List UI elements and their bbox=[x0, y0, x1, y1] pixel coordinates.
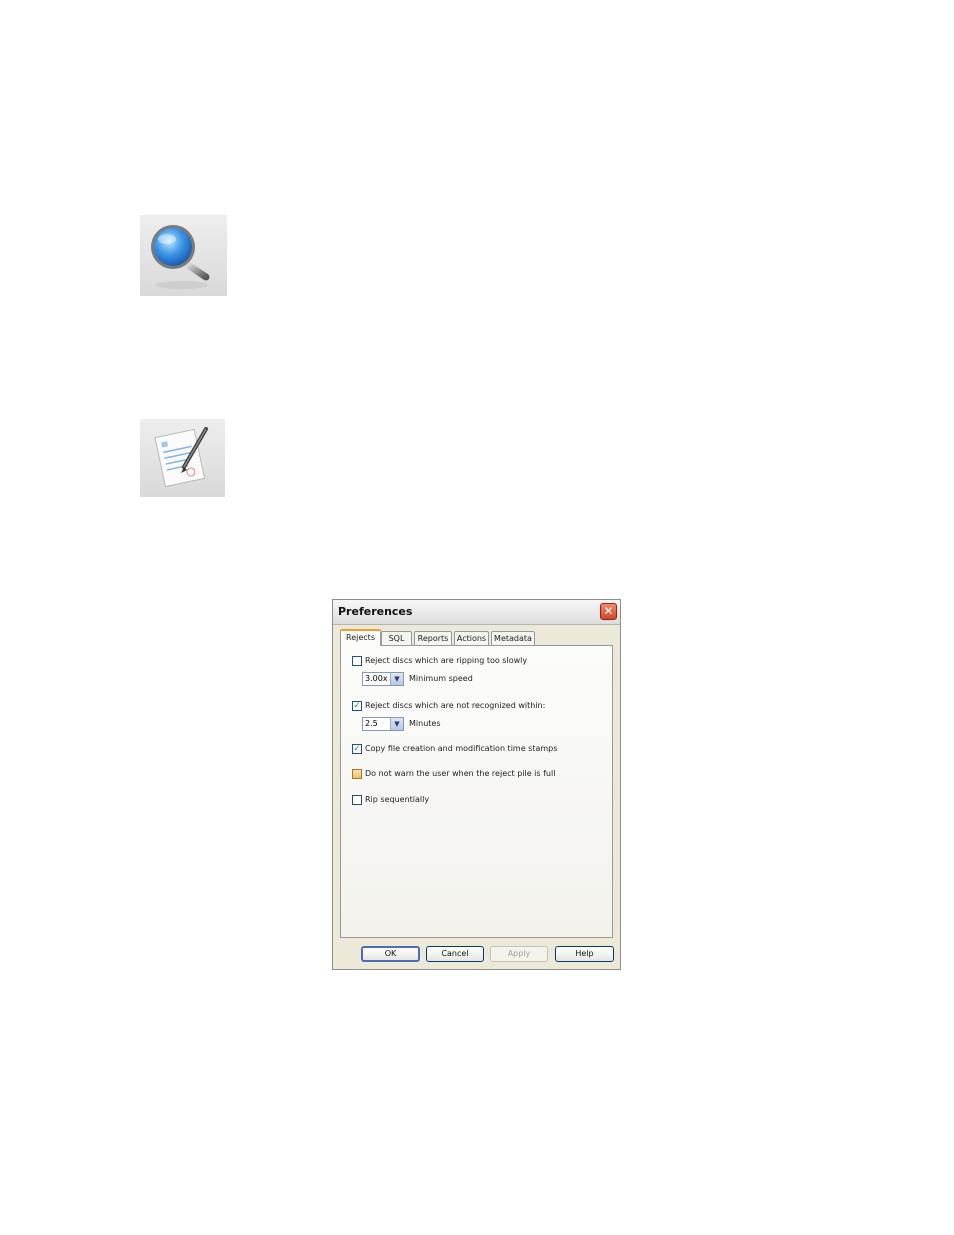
cancel-button[interactable]: Cancel bbox=[426, 946, 484, 962]
magnifier-icon-tile bbox=[140, 215, 227, 296]
title-bar: Preferences ✕ bbox=[333, 600, 620, 625]
reject-unrecognized-label: Reject discs which are not recognized wi… bbox=[365, 701, 546, 710]
tab-metadata[interactable]: Metadata bbox=[491, 631, 535, 646]
reject-slow-label: Reject discs which are ripping too slowl… bbox=[365, 656, 528, 665]
minimum-speed-value: 3.00x bbox=[365, 674, 388, 683]
chevron-down-icon[interactable]: ▼ bbox=[390, 718, 403, 730]
ok-button[interactable]: OK bbox=[361, 946, 420, 962]
close-button[interactable]: ✕ bbox=[600, 603, 617, 620]
rip-sequentially-checkbox[interactable] bbox=[352, 795, 362, 805]
preferences-dialog: Preferences ✕ Rejects SQL Reports Action… bbox=[332, 599, 621, 970]
reject-unrecognized-checkbox[interactable]: ✓ bbox=[352, 701, 362, 711]
document-pen-icon bbox=[154, 427, 208, 488]
tab-actions[interactable]: Actions bbox=[454, 631, 489, 646]
minutes-value: 2.5 bbox=[365, 719, 378, 728]
rip-sequentially-label: Rip sequentially bbox=[365, 795, 430, 804]
minimum-speed-label: Minimum speed bbox=[409, 674, 473, 683]
rejects-panel: Reject discs which are ripping too slowl… bbox=[340, 645, 613, 938]
document-pen-icon-tile bbox=[140, 419, 225, 497]
reject-slow-checkbox[interactable] bbox=[352, 656, 362, 666]
apply-button[interactable]: Apply bbox=[490, 946, 548, 962]
minutes-select[interactable]: 2.5 ▼ bbox=[362, 717, 404, 731]
no-warn-label: Do not warn the user when the reject pil… bbox=[365, 769, 556, 778]
minutes-label: Minutes bbox=[409, 719, 441, 728]
tab-rejects[interactable]: Rejects bbox=[340, 629, 381, 646]
help-button[interactable]: Help bbox=[555, 946, 614, 962]
tab-reports[interactable]: Reports bbox=[414, 631, 452, 646]
minimum-speed-select[interactable]: 3.00x ▼ bbox=[362, 672, 404, 686]
no-warn-checkbox[interactable] bbox=[352, 769, 362, 779]
tab-sql[interactable]: SQL bbox=[381, 631, 412, 646]
copy-timestamps-label: Copy file creation and modification time… bbox=[365, 744, 558, 753]
magnifier-icon bbox=[151, 225, 210, 289]
close-icon: ✕ bbox=[603, 604, 614, 618]
chevron-down-icon[interactable]: ▼ bbox=[390, 673, 403, 685]
dialog-title: Preferences bbox=[338, 605, 413, 618]
copy-timestamps-checkbox[interactable]: ✓ bbox=[352, 744, 362, 754]
